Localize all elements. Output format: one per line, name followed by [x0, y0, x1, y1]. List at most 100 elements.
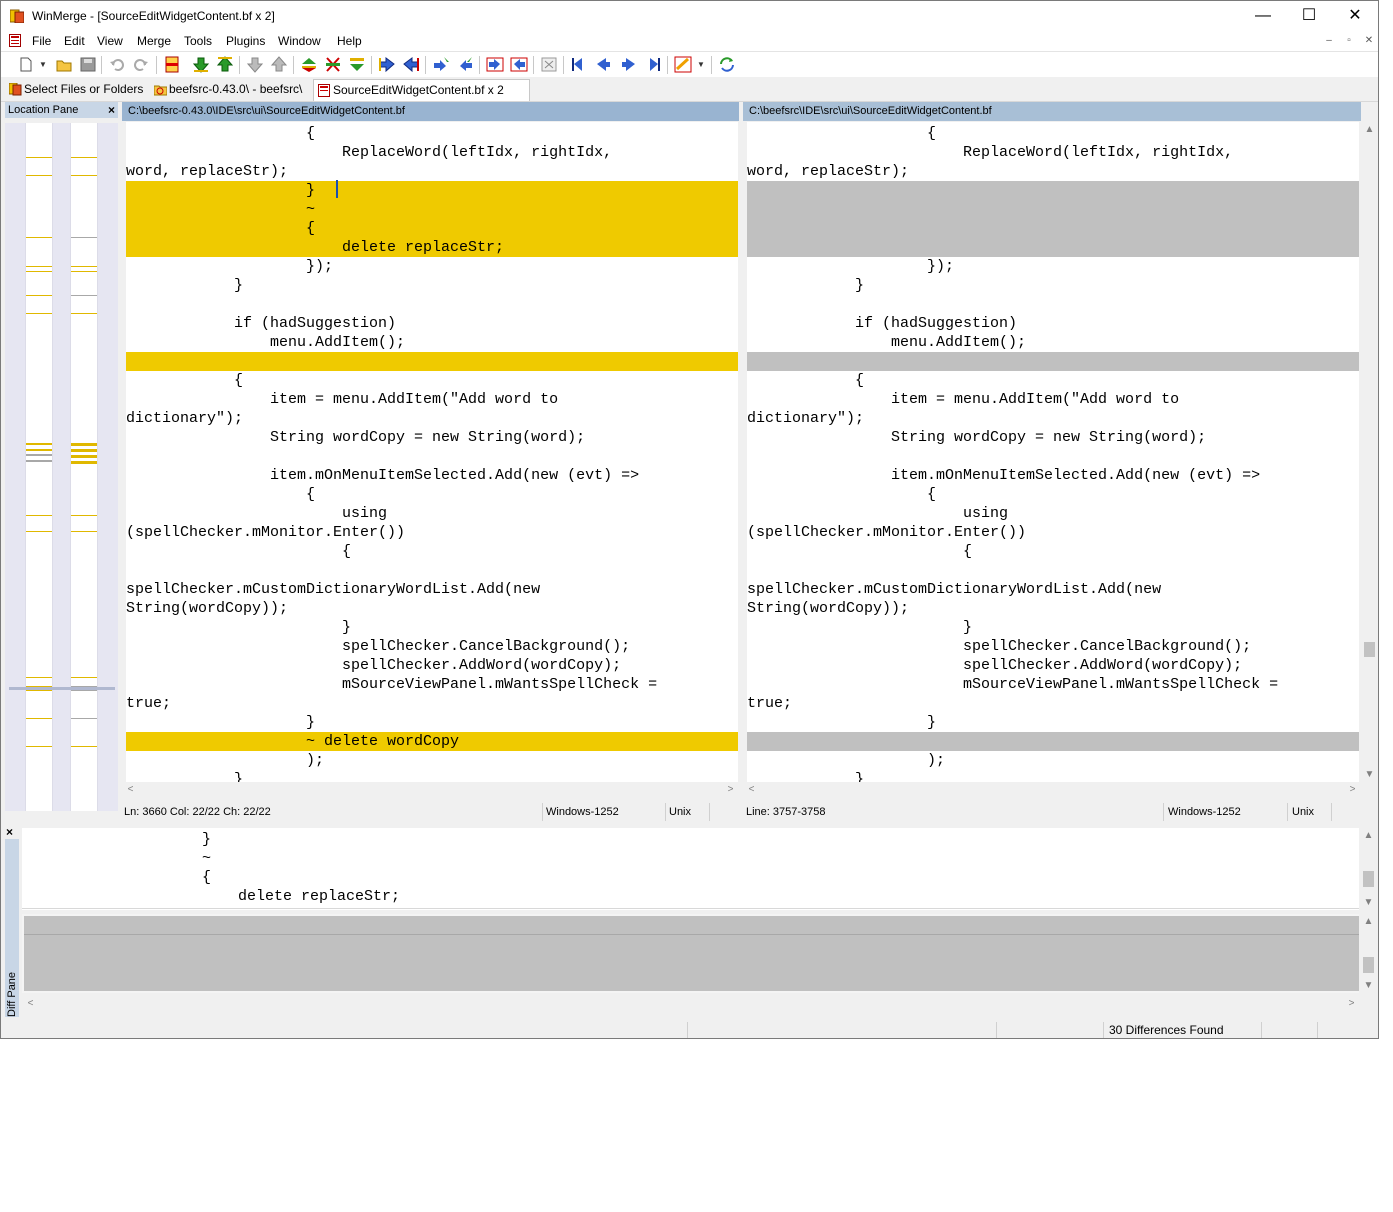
- code-line[interactable]: (spellChecker.mMonitor.Enter()): [126, 523, 738, 542]
- copy-up-disabled-icon[interactable]: [270, 56, 288, 73]
- location-diff-marker[interactable]: [26, 515, 52, 516]
- location-diff-marker[interactable]: [26, 690, 52, 691]
- code-line[interactable]: [126, 295, 738, 314]
- document-menu-icon[interactable]: [9, 34, 21, 47]
- scroll-up-arrow-icon[interactable]: ▲: [1361, 124, 1378, 135]
- code-line[interactable]: spellChecker.AddWord(wordCopy);: [747, 656, 1359, 675]
- location-diff-marker[interactable]: [26, 460, 52, 462]
- scroll-down-arrow-icon[interactable]: ▼: [1360, 897, 1377, 908]
- menu-window[interactable]: Window: [278, 34, 321, 48]
- missing-line[interactable]: [747, 219, 1359, 238]
- location-diff-marker[interactable]: [71, 313, 97, 314]
- code-line[interactable]: item.mOnMenuItemSelected.Add(new (evt) =…: [747, 466, 1359, 485]
- code-line[interactable]: item = menu.AddItem("Add word to: [126, 390, 738, 409]
- location-diff-marker[interactable]: [71, 157, 97, 158]
- code-line[interactable]: }: [126, 770, 738, 782]
- refresh-icon[interactable]: [718, 56, 736, 73]
- select-all-diff-icon[interactable]: [300, 56, 318, 73]
- location-diff-marker[interactable]: [71, 746, 97, 747]
- code-line[interactable]: item.mOnMenuItemSelected.Add(new (evt) =…: [126, 466, 738, 485]
- location-diff-marker[interactable]: [71, 237, 97, 238]
- location-diff-marker[interactable]: [71, 690, 97, 691]
- copy-down-disabled-icon[interactable]: [246, 56, 264, 73]
- code-line[interactable]: if (hadSuggestion): [126, 314, 738, 333]
- location-diff-marker[interactable]: [71, 175, 97, 176]
- code-line[interactable]: dictionary");: [747, 409, 1359, 428]
- copy-up-icon[interactable]: [216, 56, 234, 73]
- code-line[interactable]: String wordCopy = new String(word);: [126, 428, 738, 447]
- minimize-button[interactable]: —: [1240, 1, 1286, 31]
- code-line[interactable]: }: [747, 770, 1359, 782]
- missing-line[interactable]: [747, 200, 1359, 219]
- diff-pane-line[interactable]: {: [22, 868, 1359, 887]
- scroll-up-arrow-icon[interactable]: ▲: [1360, 916, 1377, 927]
- code-line[interactable]: {: [126, 371, 738, 390]
- code-line[interactable]: (spellChecker.mMonitor.Enter()): [747, 523, 1359, 542]
- location-diff-marker[interactable]: [26, 443, 52, 445]
- location-diff-marker[interactable]: [26, 175, 52, 176]
- code-line[interactable]: mSourceViewPanel.mWantsSpellCheck =: [126, 675, 738, 694]
- scroll-left-arrow-icon[interactable]: <: [22, 998, 39, 1009]
- missing-line[interactable]: [747, 352, 1359, 371]
- location-diff-marker[interactable]: [26, 237, 52, 238]
- diff-pane-right-view[interactable]: [22, 914, 1359, 993]
- menu-merge[interactable]: Merge: [137, 34, 171, 48]
- prev-diff-icon[interactable]: [348, 56, 366, 73]
- location-left-bar[interactable]: [25, 123, 53, 811]
- menu-plugins[interactable]: Plugins: [226, 34, 265, 48]
- left-code-view[interactable]: { ReplaceWord(leftIdx, rightIdx, word, re…: [126, 122, 738, 782]
- diff-pane-close-button[interactable]: ×: [6, 825, 13, 839]
- code-line[interactable]: word, replaceStr);: [126, 162, 738, 181]
- code-line[interactable]: if (hadSuggestion): [747, 314, 1359, 333]
- copy-to-left-icon[interactable]: [510, 56, 528, 73]
- code-line[interactable]: {: [126, 542, 738, 561]
- scroll-right-arrow-icon[interactable]: >: [1343, 998, 1360, 1009]
- code-line[interactable]: mSourceViewPanel.mWantsSpellCheck =: [747, 675, 1359, 694]
- copy-all-icon[interactable]: [163, 56, 181, 73]
- scroll-up-arrow-icon[interactable]: ▲: [1360, 830, 1377, 841]
- code-line[interactable]: }: [747, 276, 1359, 295]
- location-diff-marker[interactable]: [26, 295, 52, 296]
- copy-left-advance-icon[interactable]: [456, 56, 474, 73]
- code-line[interactable]: {: [747, 485, 1359, 504]
- menu-view[interactable]: View: [97, 34, 123, 48]
- scroll-right-arrow-icon[interactable]: >: [722, 784, 739, 795]
- copy-right-icon[interactable]: [378, 56, 396, 73]
- location-diff-marker[interactable]: [71, 266, 97, 267]
- next-diff-icon[interactable]: [324, 56, 342, 73]
- diff-line[interactable]: ~: [126, 200, 738, 219]
- code-line[interactable]: using: [126, 504, 738, 523]
- location-pane-close-button[interactable]: ×: [108, 102, 115, 118]
- code-line[interactable]: );: [126, 751, 738, 770]
- dropdown-icon[interactable]: ▼: [697, 60, 705, 69]
- code-line[interactable]: {: [126, 124, 738, 143]
- location-diff-marker[interactable]: [71, 461, 97, 464]
- diff-line[interactable]: {: [126, 219, 738, 238]
- diff-bottom-vertical-scrollbar[interactable]: ▲ ▼: [1360, 914, 1377, 993]
- location-diff-marker[interactable]: [26, 449, 52, 451]
- vertical-scroll-thumb[interactable]: [1364, 642, 1375, 657]
- code-line[interactable]: {: [747, 542, 1359, 561]
- location-right-bar[interactable]: [70, 123, 98, 811]
- first-diff-icon[interactable]: [570, 56, 588, 73]
- diff-line[interactable]: [126, 352, 738, 371]
- code-line[interactable]: [747, 295, 1359, 314]
- location-diff-marker[interactable]: [26, 454, 52, 456]
- location-diff-marker[interactable]: [26, 271, 52, 272]
- location-diff-marker[interactable]: [26, 746, 52, 747]
- save-icon[interactable]: [79, 56, 97, 73]
- diff-top-scroll-thumb[interactable]: [1363, 871, 1374, 887]
- prev-diff-nav-icon[interactable]: [594, 56, 612, 73]
- location-diff-marker[interactable]: [71, 295, 97, 296]
- location-diff-marker[interactable]: [71, 677, 97, 678]
- code-line[interactable]: String(wordCopy));: [126, 599, 738, 618]
- code-line[interactable]: [126, 561, 738, 580]
- diff-bottom-scroll-thumb[interactable]: [1363, 957, 1374, 973]
- close-button[interactable]: ✕: [1332, 1, 1378, 31]
- code-line[interactable]: spellChecker.CancelBackground();: [126, 637, 738, 656]
- menu-help[interactable]: Help: [337, 34, 362, 48]
- diff-pane-left-view[interactable]: } ~ { delete replaceStr;: [22, 828, 1359, 910]
- location-diff-marker[interactable]: [26, 313, 52, 314]
- missing-line[interactable]: [747, 732, 1359, 751]
- code-line[interactable]: }: [747, 713, 1359, 732]
